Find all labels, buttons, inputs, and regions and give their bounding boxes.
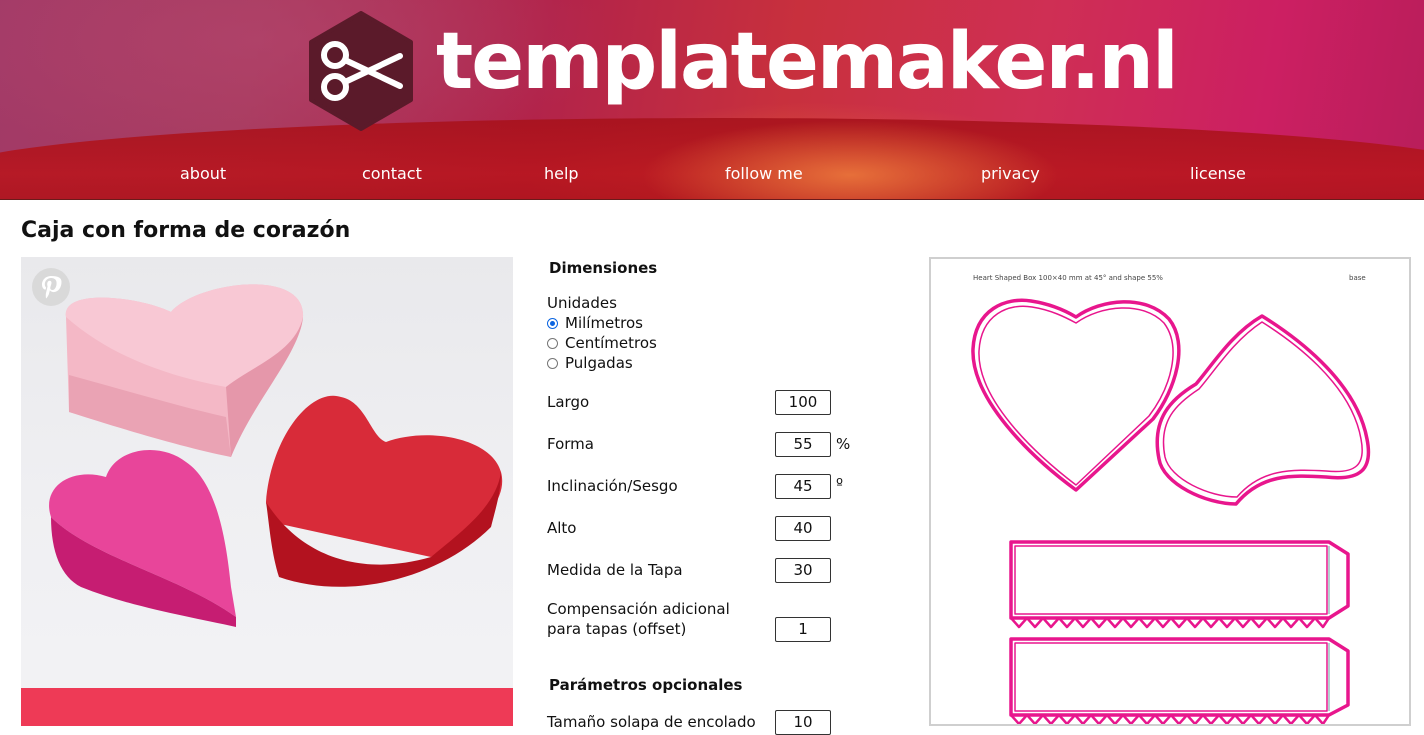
length-label: Largo [547,393,590,411]
skew-unit: º [836,475,844,493]
heart-piece-top [971,298,1181,492]
side-strip-1-teeth [1010,616,1331,629]
units-label: Unidades [547,294,617,312]
page-title: Caja con forma de corazón [21,218,351,243]
heart-piece-bottom-inner [1162,321,1363,498]
units-option-centimeters[interactable]: Centímetros [547,333,657,353]
side-strip-1 [1009,540,1350,620]
glue-flap-input[interactable]: 10 [775,710,831,735]
site-header: templatemaker.nl about contact help foll… [0,0,1424,200]
glue-flap-label: Tamaño solapa de encolado [547,713,756,731]
height-label: Alto [547,519,577,537]
nav-about[interactable]: about [180,164,226,184]
header-background-glow [640,120,1060,199]
skew-input[interactable]: 45 [775,474,831,499]
nav-contact[interactable]: contact [362,164,422,184]
height-input[interactable]: 40 [775,516,831,541]
nav-follow-me[interactable]: follow me [725,164,803,184]
offset-label-line2: para tapas (offset) [547,620,687,638]
skew-label: Inclinación/Sesgo [547,477,678,495]
side-strip-2-teeth [1010,713,1331,724]
shape-input[interactable]: 55 [775,432,831,457]
lid-size-label: Medida de la Tapa [547,561,683,579]
photo-bottom-strip [21,688,513,726]
radio-inches[interactable] [547,357,558,369]
pinterest-icon[interactable] [31,267,71,307]
heart-piece-top-inner [978,305,1174,486]
dimensions-heading: Dimensiones [549,259,658,277]
product-photo [21,257,513,726]
units-option-millimeters[interactable]: Milímetros [547,313,643,333]
nav-privacy[interactable]: privacy [981,164,1040,184]
heart-piece-bottom [1155,314,1371,506]
units-option-inches[interactable]: Pulgadas [547,353,633,373]
radio-label-centimeters[interactable]: Centímetros [565,333,657,353]
offset-input[interactable]: 1 [775,617,831,642]
length-input[interactable]: 100 [775,390,831,415]
side-strip-2 [1009,637,1350,717]
shape-label: Forma [547,435,594,453]
heart-boxes-illustration [49,284,503,627]
scissors-hexagon-icon[interactable] [306,11,416,131]
side-strip-2-inner [1014,642,1328,712]
lid-size-input[interactable]: 30 [775,558,831,583]
template-preview: Heart Shaped Box 100×40 mm at 45° and sh… [929,257,1411,726]
radio-label-millimeters[interactable]: Milímetros [565,313,643,333]
nav-license[interactable]: license [1190,164,1246,184]
offset-label-line1: Compensación adicional [547,600,730,618]
shape-unit: % [836,435,851,453]
radio-millimeters[interactable] [547,317,558,329]
optional-parameters-heading: Parámetros opcionales [549,676,743,694]
side-strip-1-inner [1014,545,1328,615]
site-name[interactable]: templatemaker.nl [436,14,1179,110]
nav-help[interactable]: help [544,164,579,184]
radio-centimeters[interactable] [547,337,558,349]
radio-label-inches[interactable]: Pulgadas [565,353,633,373]
template-drawing [971,298,1371,724]
